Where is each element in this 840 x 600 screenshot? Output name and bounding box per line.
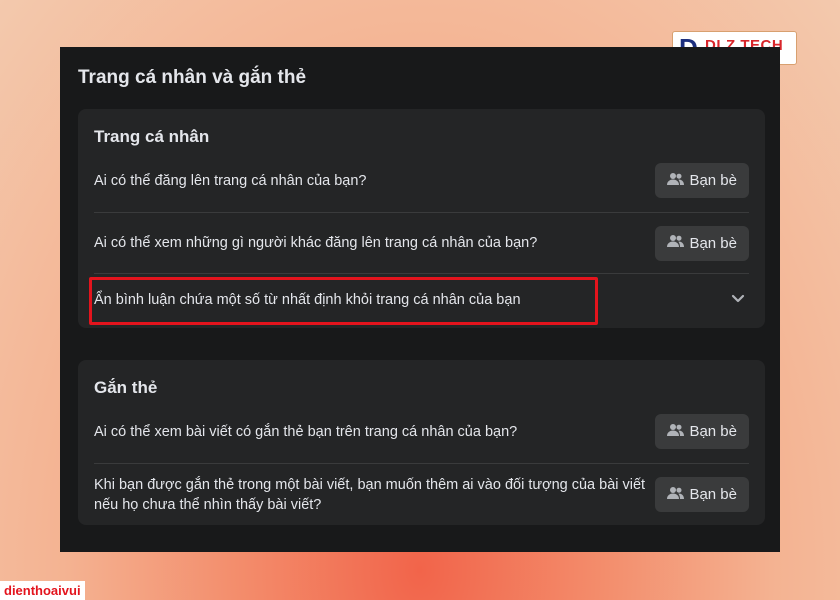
highlight-box [89, 277, 598, 325]
audience-label: Bạn bè [689, 234, 737, 252]
setting-row-who-can-see-tagged-posts: Ai có thể xem bài viết có gắn thẻ bạn tr… [94, 400, 749, 464]
setting-row-tag-audience: Khi bạn được gắn thẻ trong một bài viết,… [94, 464, 749, 525]
section-heading-tagging: Gắn thẻ [94, 378, 158, 397]
section-heading-profile: Trang cá nhân [94, 127, 210, 146]
friends-icon [667, 423, 685, 441]
setting-row-who-can-see-others-posts: Ai có thể xem những gì người khác đăng l… [94, 213, 749, 274]
audience-selector-button[interactable]: Bạn bè [655, 477, 749, 512]
audience-label: Bạn bè [689, 486, 737, 503]
friends-icon [667, 234, 685, 252]
audience-label: Bạn bè [689, 423, 737, 440]
friends-icon [667, 172, 685, 190]
chevron-down-icon[interactable] [731, 291, 745, 309]
audience-selector-button[interactable]: Bạn bè [655, 225, 749, 261]
tagging-settings-card: Gắn thẻ Ai có thể xem bài viết có gắn th… [78, 360, 765, 525]
setting-row-who-can-post: Ai có thể đăng lên trang cá nhân của bạn… [94, 149, 749, 213]
setting-label: Ai có thể xem bài viết có gắn thẻ bạn tr… [94, 423, 518, 440]
audience-selector-button[interactable]: Bạn bè [655, 163, 749, 198]
page-title: Trang cá nhân và gắn thẻ [78, 67, 307, 88]
setting-label: Khi bạn được gắn thẻ trong một bài viết,… [94, 476, 646, 513]
watermark: dienthoaivui [0, 581, 85, 600]
audience-label: Bạn bè [689, 172, 737, 189]
friends-icon [667, 486, 685, 504]
audience-selector-button[interactable]: Bạn bè [655, 414, 749, 449]
setting-label: Ai có thể xem những gì người khác đăng l… [94, 235, 538, 251]
setting-label: Ai có thể đăng lên trang cá nhân của bạn… [94, 172, 367, 189]
